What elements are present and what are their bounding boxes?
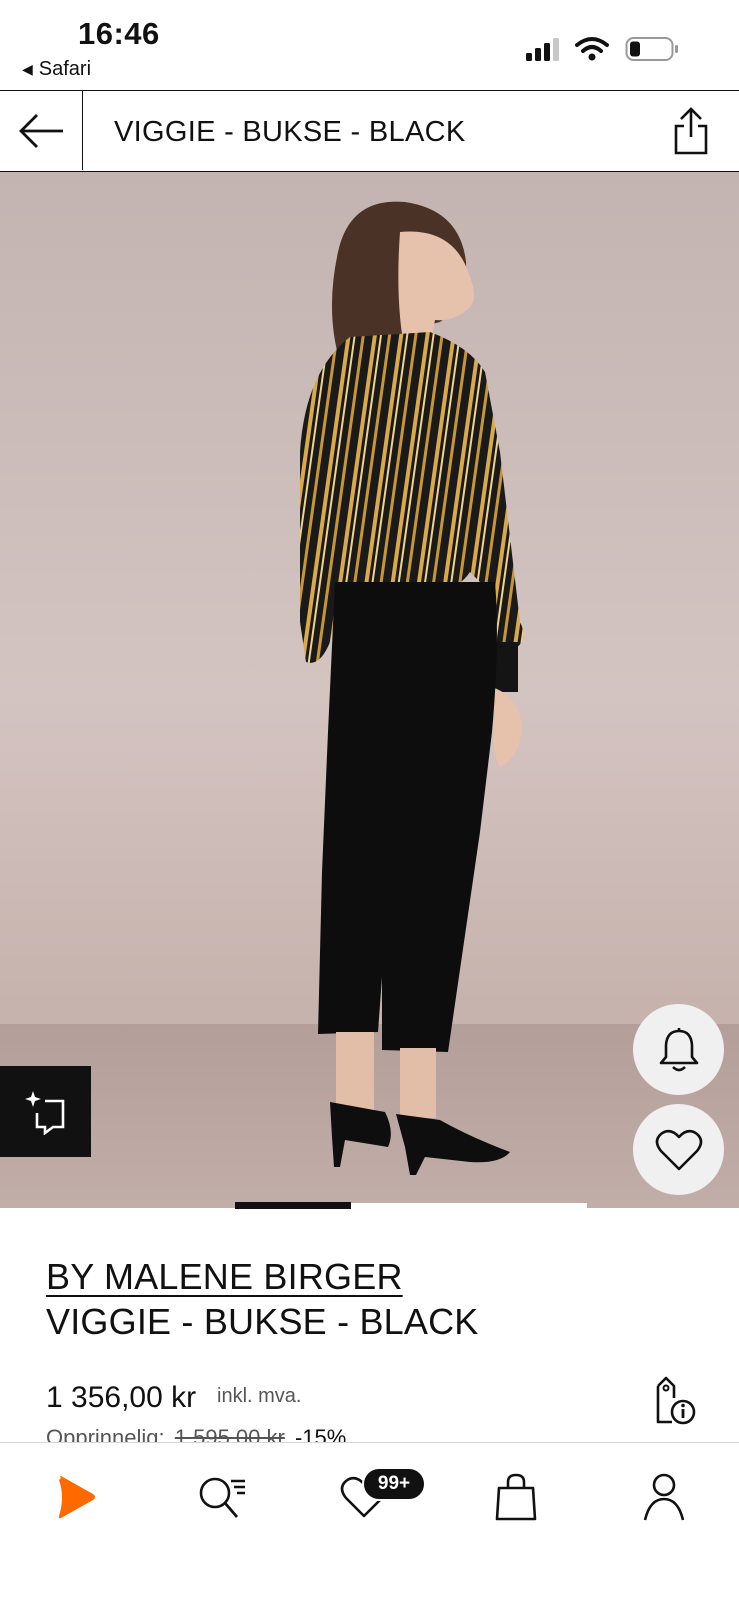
brand-link[interactable]: BY MALENE BIRGER — [46, 1256, 403, 1298]
product-header: VIGGIE - BUKSE - BLACK — [0, 90, 739, 172]
battery-icon — [625, 37, 678, 61]
wishlist-count-badge: 99+ — [362, 1467, 426, 1501]
share-icon — [674, 107, 708, 155]
bag-icon — [495, 1473, 537, 1521]
nav-home[interactable] — [48, 1469, 104, 1525]
find-similar-button[interactable] — [0, 1066, 91, 1157]
back-to-safari[interactable]: ◀ Safari — [22, 58, 91, 81]
arrow-left-icon — [19, 113, 63, 148]
bell-icon — [659, 1027, 698, 1071]
sparkle-frame-icon — [24, 1090, 64, 1135]
status-time: 16:46 — [78, 16, 160, 51]
stock-alert-button[interactable] — [633, 1004, 724, 1095]
bottom-navigation: 99+ — [0, 1442, 739, 1600]
header-title: VIGGIE - BUKSE - BLACK — [114, 116, 466, 148]
model-illustration — [300, 201, 524, 1175]
status-bar: 16:46 ◀ Safari — [0, 0, 739, 90]
status-icons — [526, 36, 679, 62]
tax-note: inkl. mva. — [217, 1385, 302, 1407]
profile-icon — [643, 1473, 685, 1521]
nav-bag[interactable] — [488, 1469, 544, 1525]
current-price: 1 356,00 kr — [46, 1381, 197, 1414]
product-image[interactable] — [0, 172, 739, 1208]
nav-profile[interactable] — [636, 1469, 692, 1525]
cellular-signal-icon — [526, 37, 559, 61]
back-triangle-icon: ◀ — [22, 61, 33, 77]
price-info-button[interactable] — [650, 1376, 696, 1426]
heart-icon — [655, 1129, 702, 1170]
home-icon — [58, 1476, 95, 1519]
add-to-wishlist-button[interactable] — [633, 1104, 724, 1195]
search-icon — [199, 1477, 245, 1518]
price-tag-info-icon — [656, 1376, 696, 1425]
wifi-icon — [575, 37, 609, 61]
back-button[interactable] — [0, 91, 83, 170]
gallery-progress-indicator — [235, 1202, 351, 1209]
product-name: VIGGIE - BUKSE - BLACK — [46, 1301, 479, 1342]
share-button[interactable] — [671, 105, 711, 157]
nav-search[interactable] — [194, 1469, 250, 1525]
back-app-label: Safari — [38, 58, 92, 80]
